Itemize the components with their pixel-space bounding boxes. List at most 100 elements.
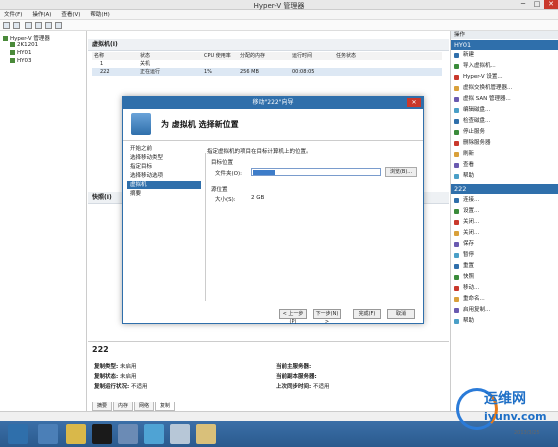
explorer-icon[interactable]	[66, 424, 86, 444]
forward-icon[interactable]	[13, 22, 20, 29]
tab-replication[interactable]: 复制	[155, 402, 176, 411]
action-item[interactable]: 关闭...	[451, 229, 558, 238]
action-icon	[454, 108, 459, 113]
properties-icon[interactable]	[55, 22, 62, 29]
action-item[interactable]: 移动...	[451, 284, 558, 293]
actions-header: 操作	[451, 31, 558, 39]
action-item[interactable]: 连接...	[451, 196, 558, 205]
col-name[interactable]: 名称	[94, 52, 104, 60]
action-item[interactable]: 重命名...	[451, 295, 558, 304]
console-tree: Hyper-V 管理器 2K1201 HY01 HY03	[0, 31, 87, 411]
size-label: 大小(S):	[215, 197, 236, 203]
action-icon	[454, 86, 459, 91]
col-task[interactable]: 任务状态	[336, 52, 356, 60]
cancel-button[interactable]: 取消	[387, 309, 415, 319]
back-icon[interactable]	[3, 22, 10, 29]
actions-host-header[interactable]: HY01	[451, 40, 558, 50]
step-target[interactable]: 指定目标	[127, 163, 201, 171]
help-icon[interactable]	[45, 22, 52, 29]
hyperv-taskbar-icon[interactable]	[170, 424, 190, 444]
folder-input[interactable]	[251, 168, 381, 176]
menu-bar: 文件(F) 操作(A) 查看(V) 帮助(H)	[0, 10, 558, 20]
step-before-you-begin[interactable]: 开始之前	[127, 145, 201, 153]
col-memory[interactable]: 分配的内存	[240, 52, 265, 60]
menu-file[interactable]: 文件(F)	[0, 10, 26, 20]
action-item[interactable]: 虚拟 SAN 管理器...	[451, 95, 558, 104]
folder-icon[interactable]	[196, 424, 216, 444]
target-label: 目标位置	[211, 160, 234, 166]
step-summary[interactable]: 摘要	[127, 190, 201, 198]
action-item[interactable]: 编辑磁盘...	[451, 106, 558, 115]
action-item[interactable]: 重置	[451, 262, 558, 271]
minimize-button[interactable]: ─	[516, 0, 530, 9]
table-row[interactable]: 1 关机	[92, 60, 442, 68]
finish-button[interactable]: 完成(F)	[353, 309, 381, 319]
tree-item-hy01[interactable]: HY01	[10, 50, 32, 56]
up-icon[interactable]	[25, 22, 32, 29]
tree-item-hy03[interactable]: HY03	[10, 58, 32, 64]
dialog-content: 指定虚拟机的项目在目标计算机上的位置。 目标位置 文件夹(O): 浏览(B)..…	[207, 145, 419, 295]
action-icon	[454, 231, 459, 236]
col-status[interactable]: 状态	[140, 52, 150, 60]
action-item[interactable]: 导入虚拟机...	[451, 62, 558, 71]
tab-memory[interactable]: 内存	[113, 402, 134, 411]
folder-label: 文件夹(O):	[215, 171, 242, 177]
console-tree-icon[interactable]	[35, 22, 42, 29]
action-item[interactable]: 刷新	[451, 150, 558, 159]
action-item[interactable]: 新建	[451, 51, 558, 60]
tree-item-2k1201[interactable]: 2K1201	[10, 42, 38, 48]
action-item[interactable]: 帮助	[451, 317, 558, 326]
details-title: 222	[92, 345, 109, 354]
network-icon[interactable]	[144, 424, 164, 444]
action-item[interactable]: 检查磁盘...	[451, 117, 558, 126]
server-manager-icon[interactable]	[38, 424, 58, 444]
action-item[interactable]: 快照	[451, 273, 558, 282]
action-item[interactable]: 删除服务器	[451, 139, 558, 148]
menu-action[interactable]: 操作(A)	[28, 10, 55, 20]
menu-view[interactable]: 查看(V)	[57, 10, 84, 20]
action-item[interactable]: 查看	[451, 161, 558, 170]
tab-summary[interactable]: 摘要	[92, 402, 113, 411]
action-icon	[454, 319, 459, 324]
action-icon	[454, 64, 459, 69]
browse-button[interactable]: 浏览(B)...	[385, 167, 417, 177]
vm-section-title: 虚拟机(I)	[88, 39, 449, 51]
actions-vm-header[interactable]: 222	[451, 184, 558, 194]
maximize-button[interactable]: □	[530, 0, 544, 9]
action-icon	[454, 119, 459, 124]
action-item[interactable]: 关闭...	[451, 218, 558, 227]
action-icon	[454, 286, 459, 291]
console-icon[interactable]	[118, 424, 138, 444]
close-button[interactable]: ✕	[544, 0, 558, 9]
terminal-icon[interactable]	[92, 424, 112, 444]
start-icon[interactable]	[8, 424, 28, 444]
table-row[interactable]: 222 正在运行 1% 256 MB 00:08:05	[92, 68, 442, 76]
previous-button[interactable]: < 上一步(P)	[279, 309, 307, 325]
next-button[interactable]: 下一步(N) >	[313, 309, 341, 325]
actions-pane: 操作 HY01 新建导入虚拟机... Hyper-V 设置... 虚拟交换机管理器.…	[450, 31, 558, 411]
action-item[interactable]: 保存	[451, 240, 558, 249]
step-move-options[interactable]: 选择移动选项	[127, 172, 201, 180]
action-item[interactable]: 停止服务	[451, 128, 558, 137]
action-item[interactable]: 暂停	[451, 251, 558, 260]
action-item[interactable]: 帮助	[451, 172, 558, 181]
step-move-type[interactable]: 选择移动类型	[127, 154, 201, 162]
hyperv-icon	[3, 36, 8, 41]
action-item[interactable]: 启用复制...	[451, 306, 558, 315]
col-cpu[interactable]: CPU 使用率	[204, 52, 231, 60]
action-item[interactable]: Hyper-V 设置...	[451, 73, 558, 82]
details-tabs: 摘要 内存 网络 复制	[92, 402, 176, 411]
action-item[interactable]: 虚拟交换机管理器...	[451, 84, 558, 93]
server-icon	[10, 50, 15, 55]
action-item[interactable]: 设置...	[451, 207, 558, 216]
action-icon	[454, 141, 459, 146]
dialog-close-button[interactable]: ✕	[407, 98, 421, 107]
tab-network[interactable]: 网络	[134, 402, 155, 411]
menu-help[interactable]: 帮助(H)	[86, 10, 113, 20]
step-vm[interactable]: 虚拟机	[127, 181, 201, 189]
tree-root[interactable]: Hyper-V 管理器	[3, 34, 50, 42]
action-icon	[454, 130, 459, 135]
col-uptime[interactable]: 运行时间	[292, 52, 312, 60]
vm-table-header: 名称 状态 CPU 使用率 分配的内存 运行时间 任务状态	[92, 52, 442, 60]
action-icon	[454, 220, 459, 225]
